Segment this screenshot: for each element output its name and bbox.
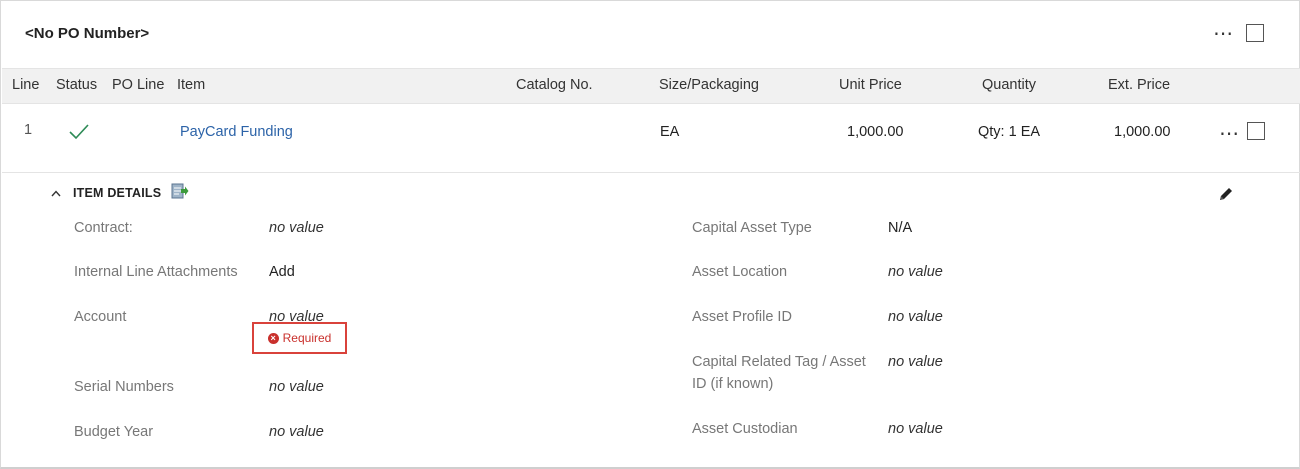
po-number-title: <No PO Number> <box>25 25 150 42</box>
capital-related-tag-label-line2: ID (if known) <box>692 376 774 392</box>
row-quantity: Qty: 1 EA <box>978 124 1041 140</box>
required-text: Required <box>282 331 332 345</box>
export-icon[interactable] <box>171 182 189 205</box>
header-size-packaging: Size/Packaging <box>659 77 759 93</box>
asset-location-value: no value <box>888 264 943 280</box>
contract-label: Contract: <box>74 220 133 236</box>
chevron-up-icon[interactable] <box>51 186 61 200</box>
po-more-actions-icon[interactable]: ⋯ <box>1213 24 1234 44</box>
budget-year-label: Budget Year <box>74 424 154 440</box>
row-size-packaging: EA <box>660 124 680 140</box>
item-details-toggle[interactable]: ITEM DETAILS <box>51 182 189 205</box>
edit-pencil-icon[interactable] <box>1218 186 1234 207</box>
row-more-actions-icon[interactable]: ⋯ <box>1219 124 1240 144</box>
header-line: Line <box>12 77 40 93</box>
item-link-paycard-funding[interactable]: PayCard Funding <box>180 124 293 140</box>
header-ext-price: Ext. Price <box>1108 77 1171 93</box>
capital-related-tag-value: no value <box>888 354 943 370</box>
line-table-header: Line Status PO Line Item Catalog No. Siz… <box>2 68 1300 104</box>
item-details-title: ITEM DETAILS <box>73 186 162 200</box>
capital-asset-type-value: N/A <box>888 220 913 236</box>
header-status: Status <box>56 77 98 93</box>
row-line-number: 1 <box>24 122 33 138</box>
header-item: Item <box>177 77 206 93</box>
asset-custodian-label: Asset Custodian <box>692 421 798 437</box>
capital-asset-type-label: Capital Asset Type <box>692 220 812 236</box>
serial-numbers-label: Serial Numbers <box>74 379 174 395</box>
header-quantity: Quantity <box>982 77 1036 93</box>
asset-custodian-value: no value <box>888 421 943 437</box>
asset-profile-id-value: no value <box>888 309 943 325</box>
table-row: 1 PayCard Funding EA 1,000.00 Qty: 1 EA … <box>2 103 1300 173</box>
internal-line-attachments-label: Internal Line Attachments <box>74 264 238 280</box>
account-required-badge: × Required <box>252 322 347 354</box>
add-attachment-link[interactable]: Add <box>269 264 295 280</box>
row-unit-price: 1,000.00 <box>847 124 904 140</box>
asset-profile-id-label: Asset Profile ID <box>692 309 792 325</box>
error-circle-icon: × <box>267 332 279 344</box>
capital-related-tag-label: Capital Related Tag / Asset <box>692 354 866 370</box>
checkmark-icon <box>68 123 90 146</box>
header-catalog-no: Catalog No. <box>516 77 593 93</box>
serial-numbers-value: no value <box>269 379 324 395</box>
row-ext-price: 1,000.00 <box>1114 124 1171 140</box>
account-label: Account <box>74 309 127 325</box>
budget-year-value: no value <box>269 424 324 440</box>
po-panel: <No PO Number> ⋯ Line Status PO Line Ite… <box>0 0 1300 469</box>
contract-value: no value <box>269 220 324 236</box>
asset-location-label: Asset Location <box>692 264 788 280</box>
row-select-checkbox[interactable] <box>1247 122 1265 140</box>
header-unit-price: Unit Price <box>839 77 902 93</box>
header-po-line: PO Line <box>112 77 165 93</box>
po-select-checkbox[interactable] <box>1246 24 1264 42</box>
